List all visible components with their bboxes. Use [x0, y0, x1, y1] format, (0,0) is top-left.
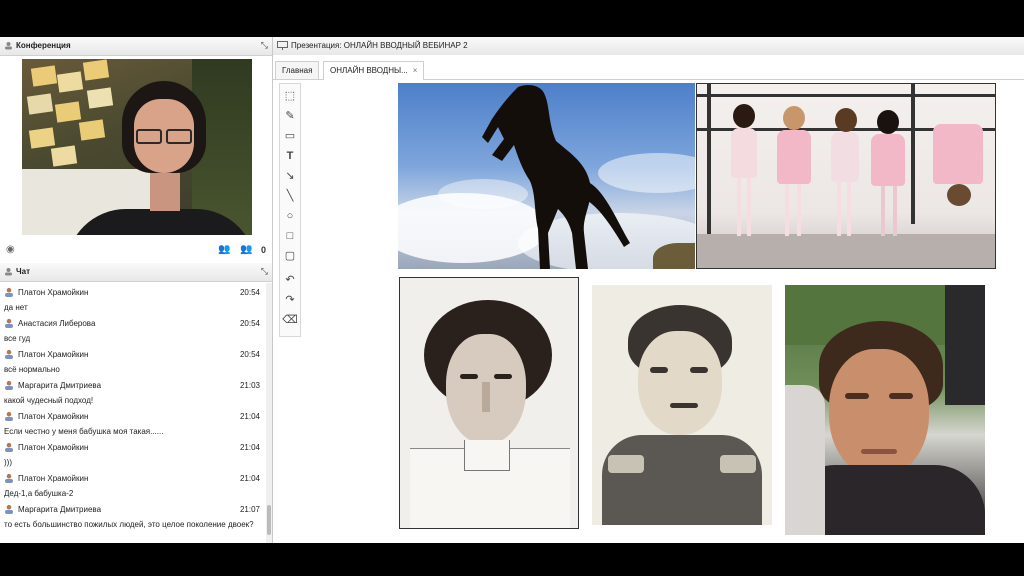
- presentation-tabs: Главная ОНЛАЙН ВВОДНЫ... ×: [273, 59, 1024, 80]
- clear-icon[interactable]: ⌫: [282, 312, 298, 328]
- rectangle-icon[interactable]: □: [282, 228, 298, 244]
- chat-author: Маргарита Дмитриева: [18, 381, 102, 390]
- chat-text: да нет: [4, 303, 28, 312]
- video-toolbar: ◉ 👥 👥 0: [0, 241, 272, 259]
- chat-message-header: Платон Храмойкин 21:04: [4, 411, 262, 423]
- chat-time: 21:03: [239, 381, 260, 390]
- user-avatar-icon: [5, 380, 13, 390]
- chat-time: 20:54: [239, 288, 260, 297]
- presentation-title: Презентация: ОНЛАЙН ВВОДНЫЙ ВЕБИНАР 2: [291, 41, 468, 50]
- tab-main-label: Главная: [282, 66, 313, 75]
- undo-icon[interactable]: ↶: [282, 272, 298, 288]
- chat-message-header: Маргарита Дмитриева 21:07: [4, 504, 262, 516]
- pointer-icon[interactable]: ⬚: [282, 88, 298, 104]
- slide-image-engraved-portrait: [592, 285, 772, 525]
- left-panel: Конференция ⤡ ◉ 👥 👥 0 Чат ⤡ Платон Храмо…: [0, 37, 273, 543]
- chat-author: Маргарита Дмитриева: [18, 505, 102, 514]
- pencil-icon[interactable]: ✎: [282, 108, 298, 124]
- redo-icon[interactable]: ↷: [282, 292, 298, 308]
- participants-count-icon: 👥: [240, 244, 253, 255]
- text-icon[interactable]: T: [282, 148, 298, 164]
- tab-webinar-label: ОНЛАЙН ВВОДНЫ...: [330, 66, 408, 75]
- chat-author: Платон Храмойкин: [18, 474, 89, 483]
- circle-icon[interactable]: ○: [282, 208, 298, 224]
- presentation-panel: Презентация: ОНЛАЙН ВВОДНЫЙ ВЕБИНАР 2 Гл…: [273, 37, 1024, 543]
- chat-time: 21:04: [239, 443, 260, 452]
- chat-text: то есть большинство пожилых людей, это ц…: [4, 520, 254, 529]
- chat-message-header: Платон Храмойкин 20:54: [4, 287, 262, 299]
- arrow-icon[interactable]: ↘: [282, 168, 298, 184]
- webinar-window: Конференция ⤡ ◉ 👥 👥 0 Чат ⤡ Платон Храмо…: [0, 37, 1024, 543]
- chat-message-header: Платон Храмойкин 21:04: [4, 442, 262, 454]
- user-avatar-icon: [5, 442, 13, 452]
- chat-text: все гуд: [4, 334, 31, 343]
- slide-image-sketch-portrait: [399, 277, 579, 529]
- chat-time: 20:54: [239, 350, 260, 359]
- conference-expand-icon[interactable]: ⤡: [261, 40, 268, 51]
- tab-close-icon[interactable]: ×: [413, 66, 418, 75]
- chat-text: ))): [4, 458, 12, 467]
- participants-icon[interactable]: 👥: [218, 244, 230, 255]
- participants-count: 0: [260, 245, 266, 255]
- chat-message-header: Анастасия Либерова 20:54: [4, 318, 262, 330]
- chat-author: Платон Храмойкин: [18, 443, 89, 452]
- conference-title: Конференция: [16, 41, 71, 50]
- presentation-icon: [277, 41, 288, 50]
- chat-messages: Платон Храмойкин 20:54 да нет Анастасия …: [0, 283, 266, 543]
- eraser-icon[interactable]: ▭: [282, 128, 298, 144]
- chat-time: 21:07: [239, 505, 260, 514]
- rounded-rectangle-icon[interactable]: ▢: [282, 248, 298, 264]
- line-icon[interactable]: ╲: [282, 188, 298, 204]
- chat-message-header: Платон Храмойкин 20:54: [4, 349, 262, 361]
- chat-title: Чат: [16, 267, 30, 276]
- webcam-video: [22, 59, 252, 235]
- slide-image-ballet: [696, 83, 996, 269]
- tab-webinar[interactable]: ОНЛАЙН ВВОДНЫ... ×: [323, 61, 425, 80]
- chat-scrollbar[interactable]: [266, 283, 272, 543]
- chat-author: Платон Храмойкин: [18, 350, 89, 359]
- camera-icon[interactable]: ◉: [6, 244, 15, 255]
- chat-time: 21:04: [239, 474, 260, 483]
- chat-message-header: Платон Храмойкин 21:04: [4, 473, 262, 485]
- chat-header: Чат ⤡: [0, 263, 272, 282]
- conference-header: Конференция ⤡: [0, 37, 272, 56]
- slide-image-horse: [398, 83, 695, 269]
- chat-text: всё нормально: [4, 365, 60, 374]
- slide-image-photo-portrait: [785, 285, 985, 535]
- chat-author: Платон Храмойкин: [18, 288, 89, 297]
- chat-text: какой чудесный подход!: [4, 396, 94, 405]
- chat-time: 20:54: [239, 319, 260, 328]
- chat-author: Платон Храмойкин: [18, 412, 89, 421]
- drawing-toolbar: ⬚ ✎ ▭ T ↘ ╲ ○ □ ▢ ↶ ↷ ⌫: [279, 83, 301, 337]
- chat-expand-icon[interactable]: ⤡: [261, 266, 268, 277]
- user-avatar-icon: [5, 473, 13, 483]
- user-avatar-icon: [5, 504, 13, 514]
- chat-scroll-thumb[interactable]: [267, 505, 271, 535]
- chat-text: Если честно у меня бабушка моя такая....…: [4, 427, 164, 436]
- tab-main[interactable]: Главная: [275, 61, 320, 79]
- chat-message-header: Маргарита Дмитриева 21:03: [4, 380, 262, 392]
- user-avatar-icon: [5, 287, 13, 297]
- user-avatar-icon: [5, 411, 13, 421]
- presentation-header: Презентация: ОНЛАЙН ВВОДНЫЙ ВЕБИНАР 2: [273, 37, 1024, 55]
- user-avatar-icon: [5, 349, 13, 359]
- conference-icon: [5, 42, 12, 50]
- user-avatar-icon: [5, 318, 13, 328]
- horse-silhouette: [482, 85, 630, 269]
- chat-time: 21:04: [239, 412, 260, 421]
- chat-author: Анастасия Либерова: [18, 319, 96, 328]
- chat-text: Дед-1,а бабушка-2: [4, 489, 74, 498]
- chat-icon: [5, 268, 12, 276]
